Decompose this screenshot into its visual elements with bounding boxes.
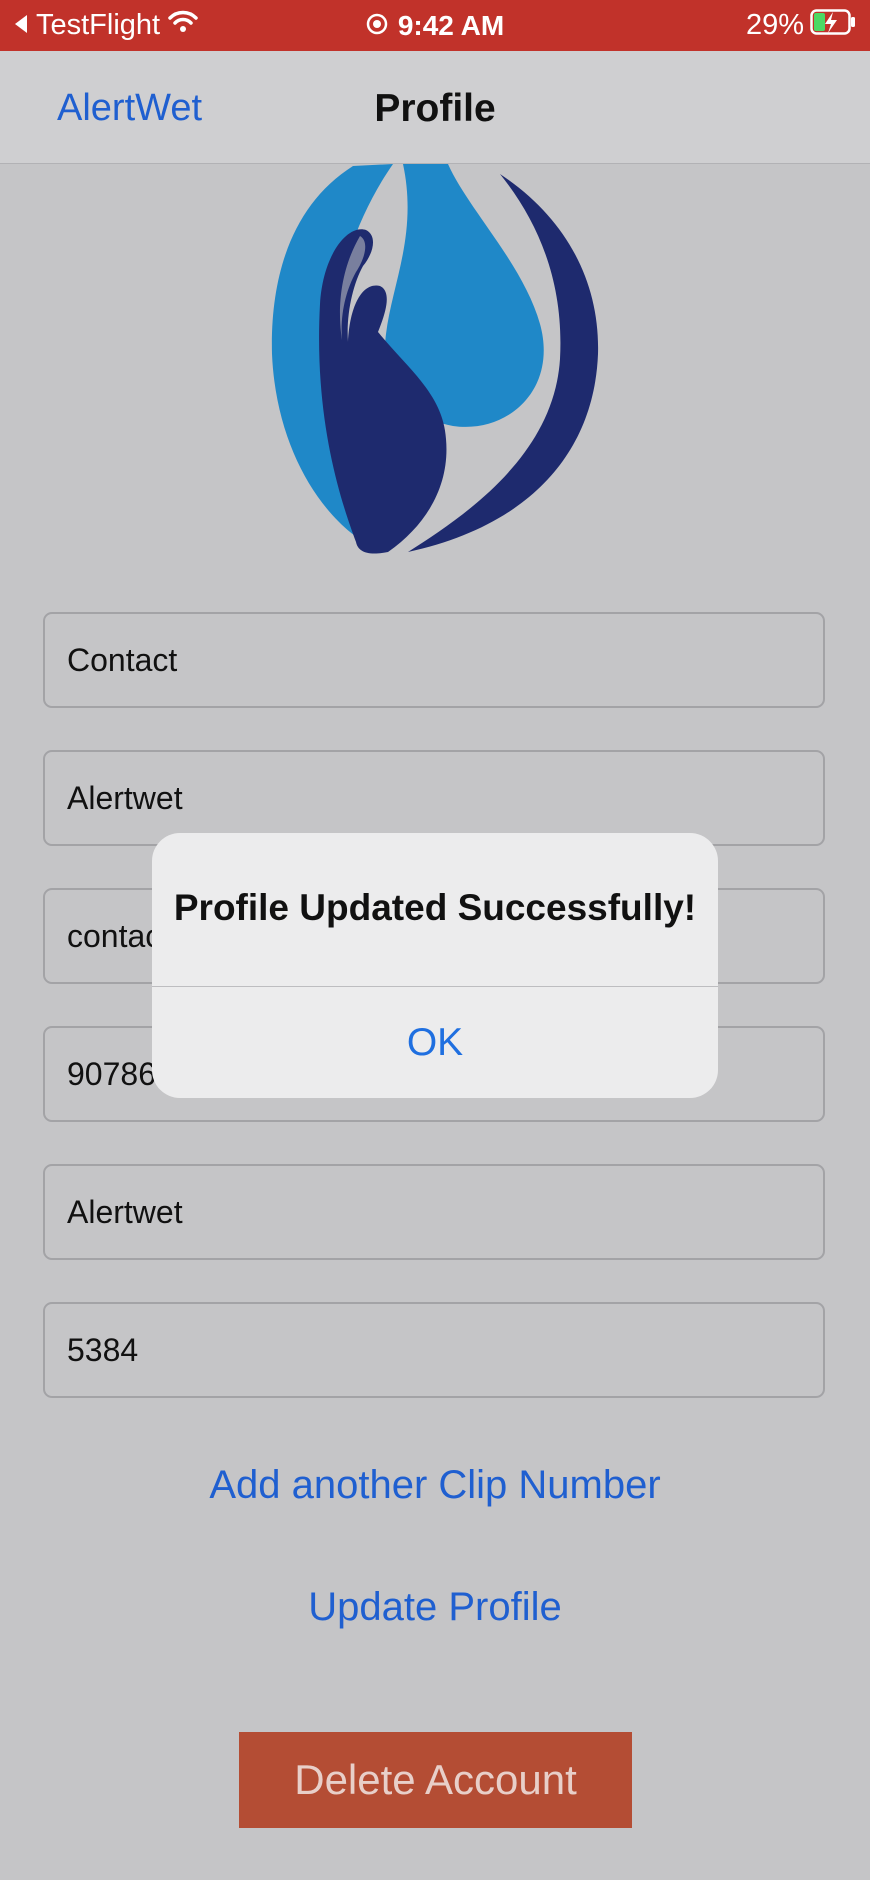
delete-account-button[interactable]: Delete Account [239,1732,632,1828]
status-time: 9:42 AM [397,9,505,41]
nav-bar: AlertWet Profile [0,51,870,164]
status-bar: TestFlight 9:42 AM 29% [0,0,870,51]
update-profile-button[interactable]: Update Profile [0,1585,870,1630]
company-field[interactable]: Alertwet [43,1164,825,1260]
status-center: 9:42 AM [0,0,870,51]
page-title: Profile [374,87,496,130]
first-name-field[interactable]: Contact [43,612,825,708]
alert-dialog: Profile Updated Successfully! OK [152,833,718,1098]
battery-percent: 29% [745,9,804,41]
add-clip-number-button[interactable]: Add another Clip Number [0,1463,870,1508]
location-lock-icon [366,10,388,42]
last-name-field[interactable]: Alertwet [43,750,825,846]
water-drop-hand-logo-icon [271,164,599,554]
app-logo [268,164,602,554]
alert-title: Profile Updated Successfully! [173,887,697,928]
status-right: 29% [746,0,856,51]
battery-charging-icon [810,8,856,43]
clip-number-field[interactable]: 5384 [43,1302,825,1398]
alert-ok-button[interactable]: OK [152,987,718,1098]
